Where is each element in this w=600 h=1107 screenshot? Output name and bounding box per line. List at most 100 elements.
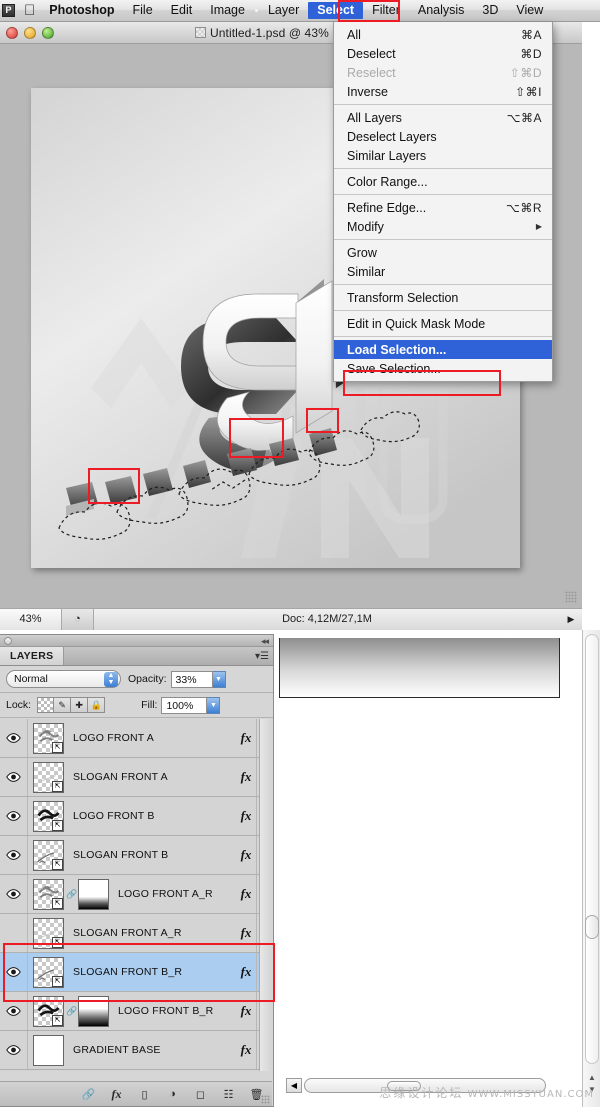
menu-item-view[interactable]: View [507,2,552,19]
panel-drag-bar[interactable]: ◂◂ [0,635,273,647]
layer-effects-fx-icon[interactable]: fx [236,1003,256,1019]
layer-effects-fx-icon[interactable]: fx [236,886,256,902]
panel-resize-grip[interactable] [261,1095,270,1104]
layer-thumbnail[interactable] [33,1034,64,1066]
menu-item-color-range[interactable]: Color Range... [334,172,552,191]
lock-position-move-icon[interactable]: ✚ [71,697,89,713]
add-layer-mask-icon[interactable]: ▯ [137,1088,152,1101]
menu-item-deselect-layers[interactable]: Deselect Layers [334,127,552,146]
menu-item-similar-layers[interactable]: Similar Layers [334,146,552,165]
add-layer-style-fx-icon[interactable]: fx [109,1087,124,1102]
layer-row[interactable]: ⇱🔗LOGO FRONT A_Rfx▾ [0,875,272,914]
layer-row[interactable]: GRADIENT BASEfx▾ [0,1031,272,1070]
tab-layers[interactable]: LAYERS [0,647,65,665]
layer-thumbnail[interactable]: ⇱ [33,761,64,793]
menu-item-modify[interactable]: Modify ▶ [334,217,552,236]
layer-visibility-eye-icon[interactable] [0,992,28,1030]
layer-list[interactable]: ⇱LOGO FRONT Afx▾⇱SLOGAN FRONT Afx▾⇱LOGO … [0,719,272,1071]
background-doc-scroll-left-arrow[interactable]: ◀ [286,1078,302,1093]
menu-item-save-selection[interactable]: Save Selection... [334,359,552,378]
lock-image-pixels-brush-icon[interactable]: ✎ [54,697,72,713]
scrollbar-thumb[interactable] [585,915,599,939]
page-vertical-scrollbar[interactable]: ▲ ▼ [582,630,600,1107]
preview-toggle-icon[interactable]: ◔ [62,609,94,630]
layer-row[interactable]: ⇱LOGO FRONT Afx▾ [0,719,272,758]
fill-dropdown-arrow-icon[interactable]: ▼ [207,696,221,714]
layer-thumbnail[interactable]: ⇱ [33,995,64,1027]
layer-mask-thumbnail[interactable] [78,878,109,910]
layer-effects-fx-icon[interactable]: fx [236,808,256,824]
layer-thumbnail[interactable]: ⇱ [33,839,64,871]
mask-link-icon[interactable]: 🔗 [66,1006,77,1017]
link-layers-icon[interactable]: 🔗 [81,1088,96,1101]
apple-menu-icon[interactable]:  [24,3,35,18]
menu-item-grow[interactable]: Grow [334,243,552,262]
layer-row[interactable]: ⇱SLOGAN FRONT Afx▾ [0,758,272,797]
menu-item-edit-in-quick-mask-mode[interactable]: Edit in Quick Mask Mode [334,314,552,333]
menu-item-refine-edge[interactable]: Refine Edge... ⌥⌘R [334,198,552,217]
menu-item-photoshop[interactable]: Photoshop [45,2,123,19]
layer-effects-fx-icon[interactable]: fx [236,925,256,941]
layer-mask-thumbnail[interactable] [78,995,109,1027]
panel-collapse-chevron-icon[interactable]: ◂◂ [261,636,269,647]
layer-row[interactable]: ⇱SLOGAN FRONT A_Rfx▾ [0,914,272,953]
layer-thumbnail[interactable]: ⇱ [33,722,64,754]
lock-transparent-pixels-icon[interactable] [37,697,55,713]
menu-item-image[interactable]: Image [201,2,254,19]
status-options-arrow-icon[interactable]: ▶ [560,609,582,630]
menu-item-similar[interactable]: Similar [334,262,552,281]
layer-effects-fx-icon[interactable]: fx [236,847,256,863]
layer-row[interactable]: ⇱SLOGAN FRONT Bfx▾ [0,836,272,875]
layer-effects-fx-icon[interactable]: fx [236,964,256,980]
opacity-input[interactable]: 33% [170,670,213,688]
new-group-folder-icon[interactable]: ◻ [193,1088,208,1101]
layer-effects-fx-icon[interactable]: fx [236,730,256,746]
menu-item-select[interactable]: Select [308,2,364,19]
layer-thumbnail[interactable]: ⇱ [33,956,64,988]
menu-item-3d[interactable]: 3D [473,2,507,19]
layer-thumbnail[interactable]: ⇱ [33,800,64,832]
fill-input[interactable]: 100% [161,696,208,714]
background-document-window[interactable]: ◀ [274,638,560,1107]
menu-item-deselect[interactable]: Deselect ⌘D [334,44,552,63]
layer-visibility-eye-icon[interactable] [0,1031,28,1069]
layer-row[interactable]: ⇱LOGO FRONT Bfx▾ [0,797,272,836]
menu-item-all[interactable]: All ⌘A [334,25,552,44]
layer-thumbnail[interactable]: ⇱ [33,878,64,910]
menu-item-analysis[interactable]: Analysis [409,2,474,19]
layer-visibility-eye-icon[interactable] [0,875,28,913]
new-adjustment-layer-icon[interactable]: ◑ [165,1088,180,1100]
opacity-dropdown-arrow-icon[interactable]: ▼ [212,670,226,688]
layer-visibility-eye-icon[interactable] [0,719,28,757]
zoom-level-field[interactable]: 43% [0,609,62,630]
menu-item-layer[interactable]: Layer [259,2,308,19]
layer-row[interactable]: ⇱🔗LOGO FRONT B_Rfx▾ [0,992,272,1031]
blend-mode-select[interactable]: Normal ▲ ▼ [6,670,121,688]
menu-item-inverse[interactable]: Inverse ⇧⌘I [334,82,552,101]
layer-effects-fx-icon[interactable]: fx [236,1042,256,1058]
layer-row[interactable]: ⇱SLOGAN FRONT B_Rfx▾ [0,953,272,992]
scrollbar-track[interactable] [585,634,599,1064]
panel-collapse-dot-icon[interactable] [4,637,12,645]
layer-thumbnail[interactable]: ⇱ [33,917,64,949]
layer-effects-fx-icon[interactable]: fx [236,769,256,785]
menu-item-all-layers[interactable]: All Layers ⌥⌘A [334,108,552,127]
layer-visibility-eye-icon[interactable] [0,797,28,835]
menu-item-load-selection[interactable]: Load Selection... [334,340,552,359]
panel-menu-icon[interactable]: ▾☰ [251,647,273,665]
menu-item-transform-selection[interactable]: Transform Selection [334,288,552,307]
menu-item-edit[interactable]: Edit [162,2,202,19]
layer-visibility-eye-icon[interactable] [0,836,28,874]
layer-visibility-eye-off-icon[interactable] [0,914,28,952]
menu-item-filter[interactable]: Filter [363,2,409,19]
layer-visibility-eye-icon[interactable] [0,953,28,991]
layer-visibility-eye-icon[interactable] [0,758,28,796]
new-layer-icon[interactable]: ☷ [221,1088,236,1101]
menu-item-file[interactable]: File [124,2,162,19]
canvas-resize-grip[interactable] [565,591,577,603]
blend-mode-stepper-icon[interactable]: ▲ ▼ [104,672,118,687]
mask-link-icon[interactable]: 🔗 [66,889,77,900]
select-menu-dropdown[interactable]: All ⌘A Deselect ⌘D Reselect ⇧⌘D Inverse ⇧⌘I All … [333,22,553,382]
layer-list-scrollbar[interactable] [259,719,272,1071]
lock-all-padlock-icon[interactable]: 🔒 [88,697,106,713]
